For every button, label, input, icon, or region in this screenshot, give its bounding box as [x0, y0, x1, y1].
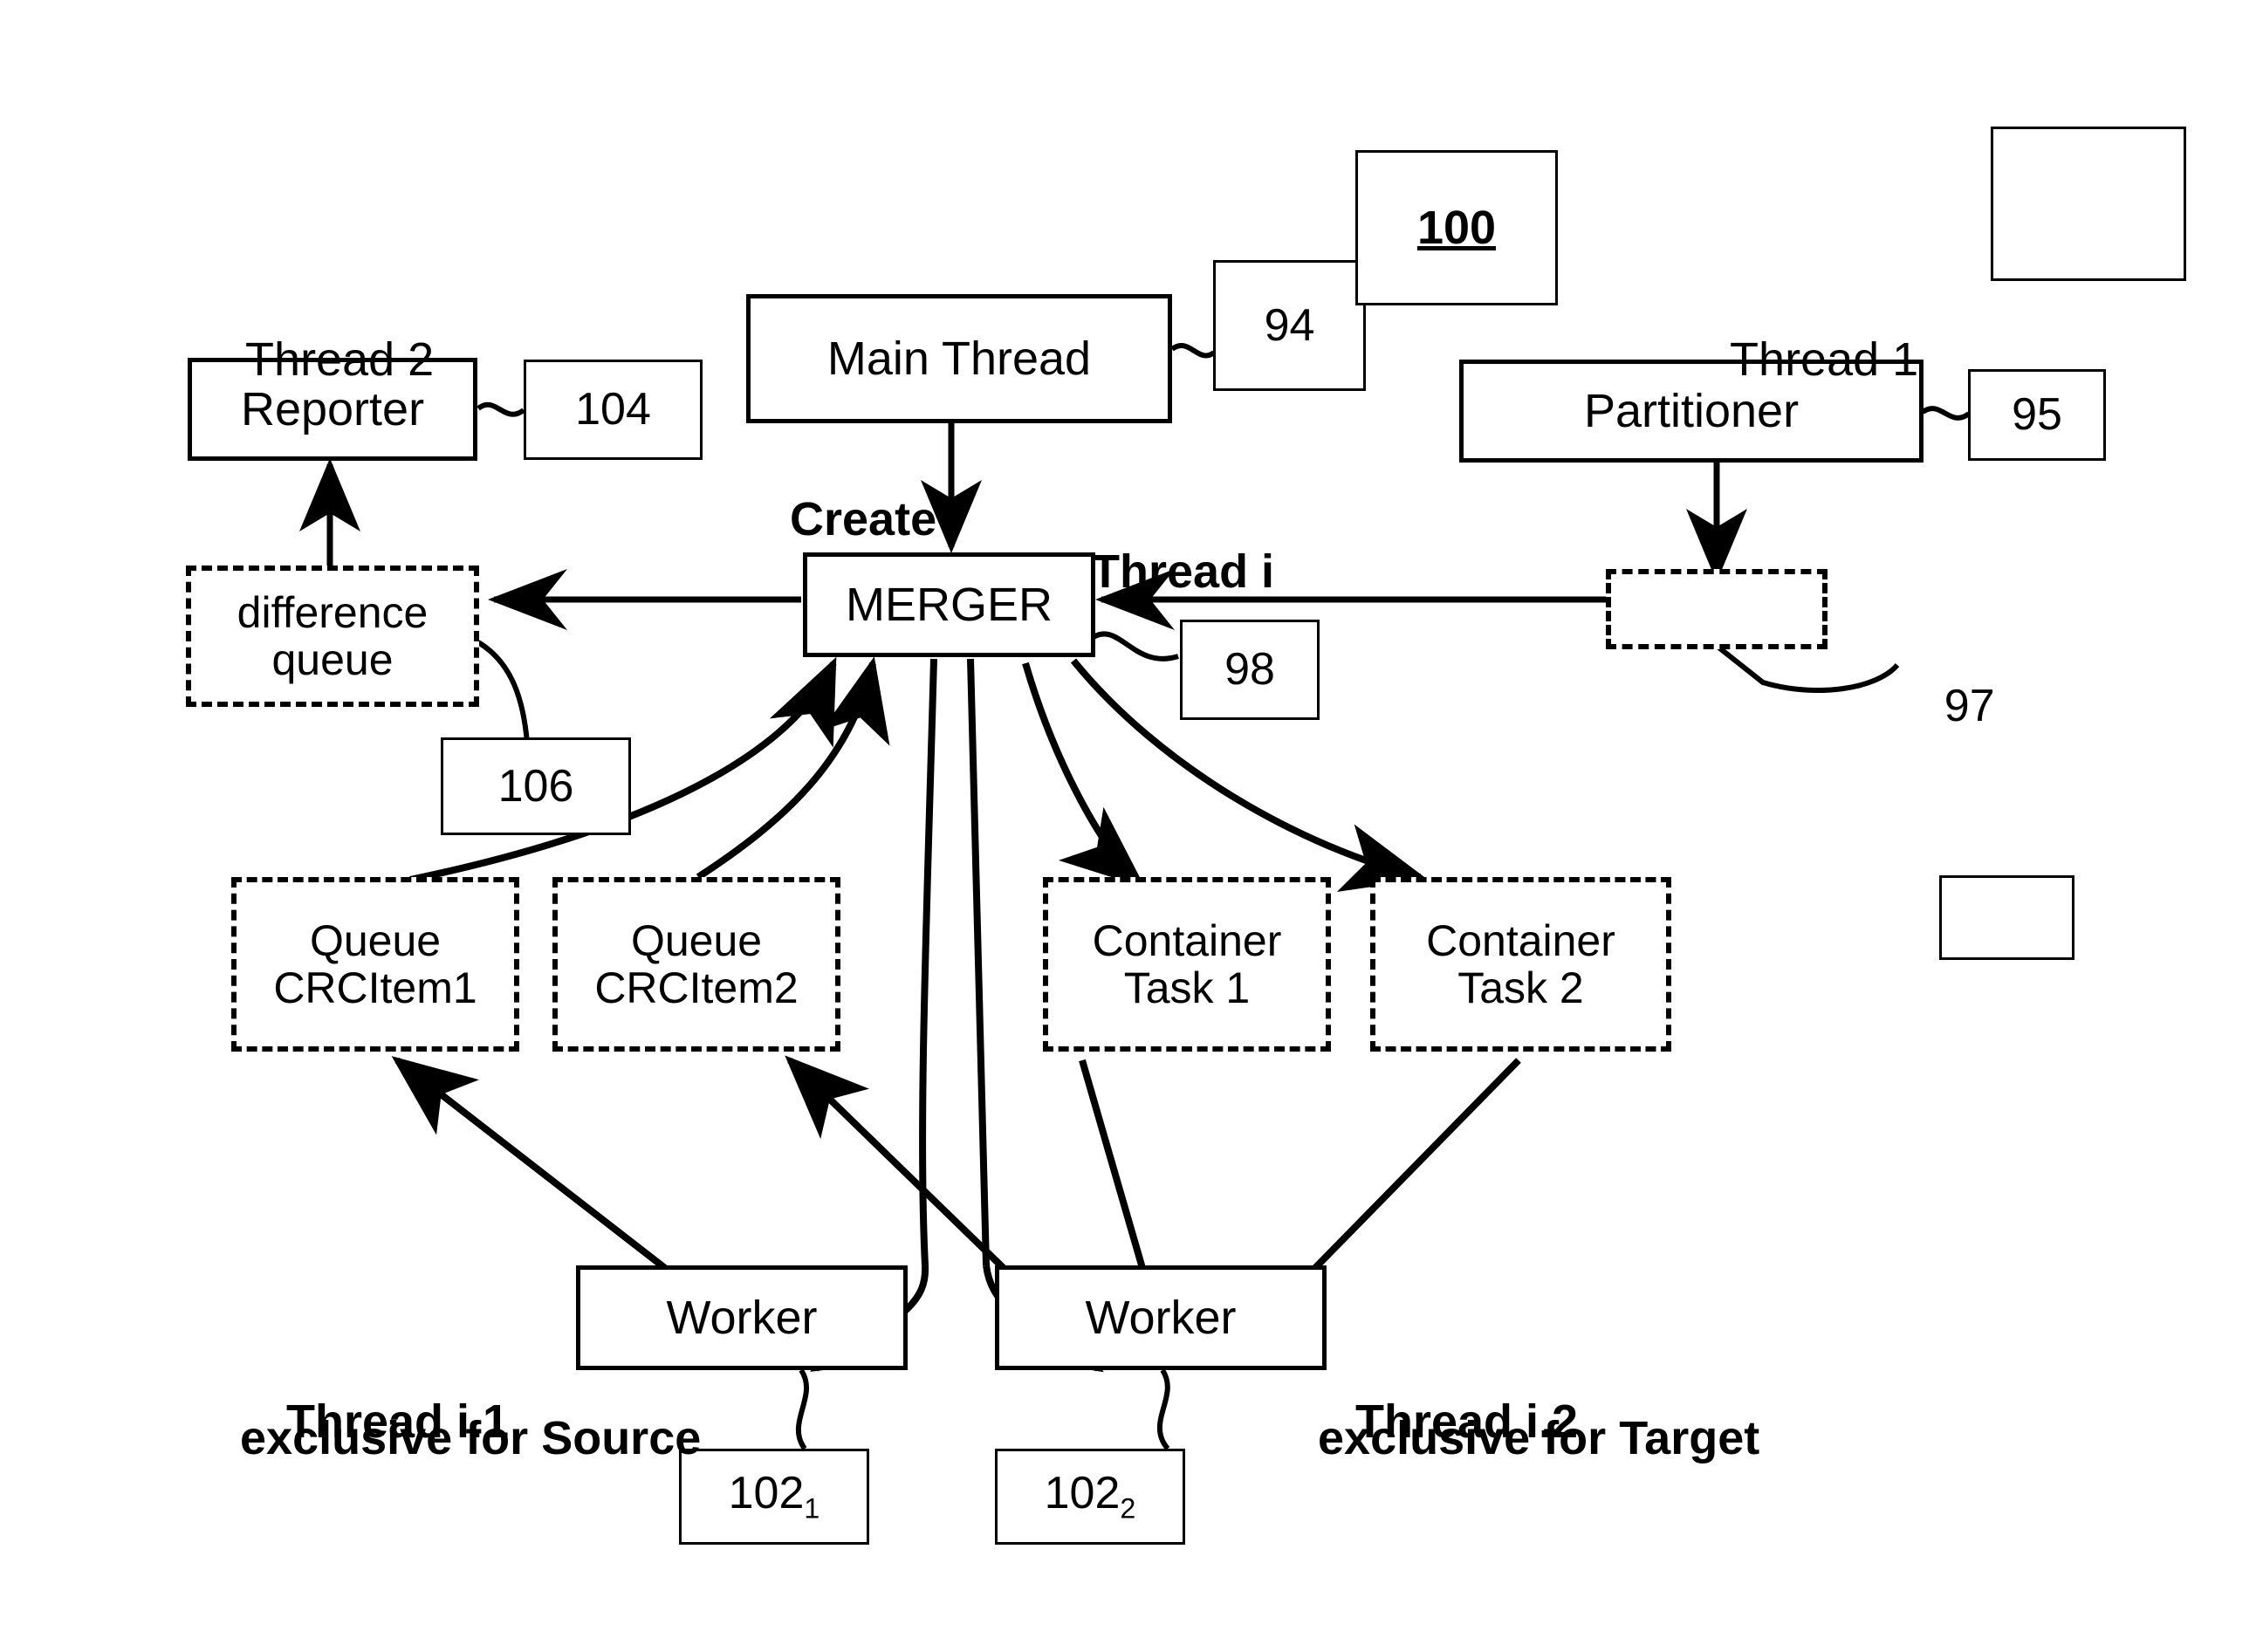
figure-number-label: 100: [1416, 201, 1497, 254]
wire-merger-container1: [1022, 661, 1146, 888]
node-queue-crcitem2[interactable]: Queue CRCItem2: [552, 877, 840, 1052]
refbox-102-1-number: 102: [728, 1468, 805, 1519]
annotation-thread-i2-line2: exclusive for Target: [1318, 1412, 1760, 1465]
node-partition-queue[interactable]: [1606, 569, 1828, 649]
refbox-102-2-number: 102: [1044, 1468, 1121, 1519]
figure-number-box: 100: [1355, 150, 1558, 305]
refbox-102-1: 1021: [679, 1449, 869, 1545]
annotation-thread-i: Thread i: [1039, 493, 1274, 651]
annotation-create: Create: [737, 441, 936, 599]
refbox-102-2: 1022: [995, 1449, 1185, 1545]
annotation-thread-1-label: Thread 1: [1730, 333, 1919, 387]
node-difference-queue[interactable]: difference queue: [186, 566, 479, 707]
refbox-102-1-subscript: 1: [804, 1492, 820, 1525]
refbox-97: 97: [1894, 630, 1995, 783]
empty-box-mid-right: [1939, 875, 2074, 960]
refbox-102-2-subscript: 2: [1120, 1492, 1136, 1525]
annotation-thread-1: Thread 1: [1678, 281, 1918, 439]
wire-merger-worker-source: [919, 658, 937, 1266]
node-container-task1[interactable]: Container Task 1: [1043, 877, 1331, 1052]
annotation-thread-i1-line2: exclusive for Source: [240, 1412, 702, 1465]
node-main-thread-label: Main Thread: [826, 332, 1092, 385]
annotation-create-label: Create: [790, 493, 937, 546]
leader-102-1: [795, 1368, 809, 1450]
refbox-104: 104: [524, 360, 703, 460]
refbox-102-2-label: 1022: [1045, 1469, 1136, 1524]
annotation-thread-i-label: Thread i: [1091, 545, 1275, 599]
wire-merger-worker-target: [967, 658, 990, 1266]
leader-102-2: [1156, 1368, 1170, 1450]
annotation-thread-2: Thread 2: [194, 281, 434, 439]
node-worker-target-label: Worker: [1085, 1291, 1237, 1344]
refbox-95: 95: [1968, 369, 2106, 461]
node-worker-target[interactable]: Worker: [995, 1265, 1327, 1370]
node-worker-source[interactable]: Worker: [576, 1265, 908, 1370]
leader-104: [477, 401, 525, 417]
refbox-97-label: 97: [1944, 681, 1995, 732]
wire-queue2-merger: [696, 656, 890, 881]
refbox-104-label: 104: [575, 384, 651, 435]
refbox-95-label: 95: [2012, 389, 2062, 441]
empty-box-top-right: [1991, 127, 2186, 281]
annotation-thread-i2-exclusive: exclusive for Target: [1265, 1360, 1759, 1518]
node-queue-crcitem2-label: Queue CRCItem2: [594, 916, 799, 1012]
node-container-task2[interactable]: Container Task 2: [1370, 877, 1671, 1052]
refbox-102-1-label: 1021: [729, 1469, 820, 1524]
refbox-106-label: 106: [497, 760, 574, 812]
refbox-94: 94: [1213, 260, 1366, 391]
leader-106: [477, 640, 530, 744]
leader-97: [1715, 643, 1900, 694]
node-container-task1-label: Container Task 1: [1092, 916, 1282, 1012]
refbox-106: 106: [441, 737, 631, 835]
leader-94: [1170, 343, 1216, 359]
patent-figure-canvas: Main Thread 94 100 Reporter 104 Partitio…: [0, 0, 2263, 1652]
node-main-thread[interactable]: Main Thread: [746, 294, 1172, 423]
node-queue-crcitem1[interactable]: Queue CRCItem1: [231, 877, 519, 1052]
annotation-thread-2-label: Thread 2: [245, 333, 435, 387]
leader-95: [1921, 406, 1971, 421]
node-difference-queue-label: difference queue: [237, 588, 429, 684]
node-worker-source-label: Worker: [666, 1291, 818, 1344]
node-container-task2-label: Container Task 2: [1426, 916, 1615, 1012]
node-queue-crcitem1-label: Queue CRCItem1: [273, 916, 477, 1012]
annotation-thread-i1-exclusive: exclusive for Source: [188, 1360, 701, 1518]
refbox-94-label: 94: [1264, 299, 1315, 351]
refbox-98-label: 98: [1224, 644, 1275, 696]
